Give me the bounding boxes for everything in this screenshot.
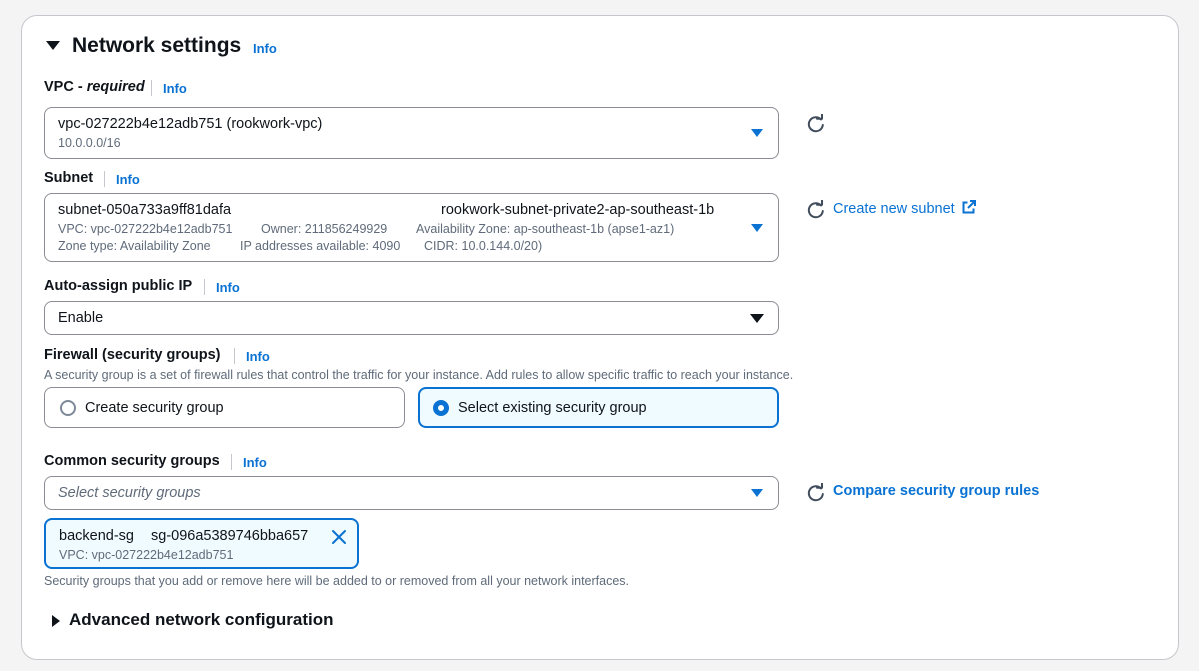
create-security-group-label: Create security group (85, 400, 224, 416)
common-sg-label: Common security groups (44, 453, 220, 469)
subnet-cidr: CIDR: 10.0.144.0/20) (424, 239, 543, 253)
create-security-group-option[interactable]: Create security group (44, 387, 405, 428)
subnet-vpc: VPC: vpc-027222b4e12adb751 (58, 222, 233, 236)
security-groups-helper-text: Security groups that you add or remove h… (44, 574, 630, 588)
caret-down-icon[interactable] (46, 41, 60, 50)
external-link-icon (962, 200, 976, 214)
section-info-link[interactable]: Info (253, 41, 277, 56)
firewall-label: Firewall (security groups) (44, 347, 221, 363)
compare-security-group-rules-link[interactable]: Compare security group rules (833, 483, 1039, 499)
token-vpc: VPC: vpc-027222b4e12adb751 (59, 548, 234, 562)
subnet-id: subnet-050a733a9ff81dafa (58, 202, 232, 218)
subnet-label: Subnet (44, 170, 94, 186)
create-subnet-link[interactable]: Create new subnet (833, 200, 976, 217)
refresh-icon[interactable] (806, 200, 826, 220)
vpc-select[interactable]: vpc-027222b4e12adb751 (rookwork-vpc) 10.… (44, 107, 779, 159)
subnet-select[interactable]: subnet-050a733a9ff81dafa rookwork-subnet… (44, 193, 779, 262)
token-name: backend-sg (59, 528, 134, 544)
chevron-down-icon (751, 129, 763, 137)
security-groups-placeholder: Select security groups (58, 485, 201, 501)
security-group-token: backend-sg sg-096a5389746bba657 VPC: vpc… (44, 518, 359, 569)
vpc-info-link[interactable]: Info (163, 81, 187, 96)
subnet-zone-type: Zone type: Availability Zone (58, 239, 211, 253)
refresh-icon[interactable] (806, 483, 826, 503)
public-ip-select[interactable]: Enable (44, 301, 779, 335)
close-icon[interactable] (331, 529, 347, 545)
subnet-owner: Owner: 211856249929 (261, 222, 388, 236)
subnet-name: rookwork-subnet-private2-ap-southeast-1b (441, 202, 715, 218)
common-sg-info-link[interactable]: Info (243, 455, 267, 470)
caret-right-icon[interactable] (52, 615, 60, 627)
firewall-info-link[interactable]: Info (246, 349, 270, 364)
public-ip-value: Enable (58, 310, 104, 326)
chevron-down-icon (750, 314, 764, 323)
token-id: sg-096a5389746bba657 (151, 528, 309, 544)
radio-button-selected[interactable] (433, 400, 449, 416)
divider (204, 279, 205, 295)
firewall-description: A security group is a set of firewall ru… (44, 368, 794, 382)
divider (104, 171, 105, 187)
divider (234, 348, 235, 364)
public-ip-label: Auto-assign public IP (44, 278, 193, 294)
subnet-az: Availability Zone: ap-southeast-1b (apse… (416, 222, 675, 236)
section-title: Network settings (72, 34, 242, 57)
subnet-ips: IP addresses available: 4090 (240, 239, 401, 253)
vpc-cidr: 10.0.0.0/16 (58, 136, 121, 150)
select-existing-security-group-label: Select existing security group (458, 400, 647, 416)
security-groups-select[interactable]: Select security groups (44, 476, 779, 510)
radio-button[interactable] (60, 400, 76, 416)
divider (151, 80, 152, 96)
advanced-network-configuration-toggle[interactable]: Advanced network configuration (69, 610, 333, 630)
vpc-value: vpc-027222b4e12adb751 (rookwork-vpc) (58, 116, 323, 132)
select-existing-security-group-option[interactable]: Select existing security group (418, 387, 779, 428)
refresh-icon[interactable] (806, 114, 826, 134)
divider (231, 454, 232, 470)
chevron-down-icon (751, 224, 763, 232)
public-ip-info-link[interactable]: Info (216, 280, 240, 295)
vpc-label: VPC - required (44, 79, 145, 95)
subnet-info-link[interactable]: Info (116, 172, 140, 187)
chevron-down-icon (751, 489, 763, 497)
